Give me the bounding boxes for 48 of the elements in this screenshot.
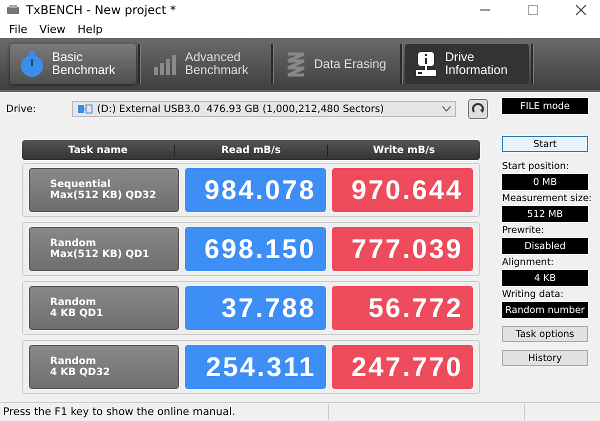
task-button[interactable]: Sequential Max(512 KB) QD32 [29,168,179,212]
write-value: 777.039 [332,227,473,271]
column-header: Read mB/s [175,144,328,156]
drive-icon [77,103,93,115]
setting-value: Random number [502,302,588,318]
start-button[interactable]: Start [502,136,588,152]
task-button[interactable]: Random Max(512 KB) QD1 [29,227,179,271]
setting-value: 512 MB [502,206,588,222]
write-value: 970.644 [332,168,473,212]
side-button[interactable]: History [502,350,588,366]
tab[interactable]: Data Erasing [276,44,398,84]
tab[interactable]: Basic Benchmark [10,44,136,84]
read-value: 984.078 [185,168,326,212]
tab[interactable]: Advanced Benchmark [143,44,269,84]
menu-item[interactable]: Help [72,22,109,36]
chevron-down-icon [442,106,451,112]
column-header: Task name [22,144,175,156]
setting-value: 0 MB [502,174,588,190]
stopwatch-icon [20,50,44,78]
bar-chart-icon [153,53,177,75]
app-icon [6,4,20,16]
write-value: 56.772 [332,286,473,330]
setting-label: Start position: [502,161,570,172]
tab[interactable]: Drive Information [405,44,529,84]
window-title: TxBENCH - New project * [26,3,176,17]
refresh-button[interactable] [468,99,488,119]
task-button[interactable]: Random 4 KB QD32 [29,345,179,389]
side-button[interactable]: Task options [502,326,588,342]
write-value: 247.770 [332,345,473,389]
read-value: 37.788 [185,286,326,330]
status-text: Press the F1 key to show the online manual. [2,406,236,418]
setting-label: Writing data: [502,289,565,300]
drive-label: Drive: [6,104,38,114]
column-header: Write mB/s [372,144,436,156]
drive-dropdown[interactable]: (D:) External USB3.0 476.93 GB (1,000,212,480 Sectors) [72,101,456,117]
task-button[interactable]: Random 4 KB QD1 [29,286,179,330]
mode-display: FILE mode [502,98,588,114]
setting-value: 4 KB [502,270,588,286]
info-drive-icon [415,51,437,77]
menu-item[interactable]: View [33,22,72,36]
menu-item[interactable]: File [3,22,34,36]
zigzag-icon [286,51,306,77]
setting-label: Prewrite: [502,225,546,236]
setting-label: Alignment: [502,257,555,268]
read-value: 698.150 [185,227,326,271]
read-value: 254.311 [185,345,326,389]
close-icon[interactable] [576,5,586,15]
setting-value: Disabled [502,238,588,254]
